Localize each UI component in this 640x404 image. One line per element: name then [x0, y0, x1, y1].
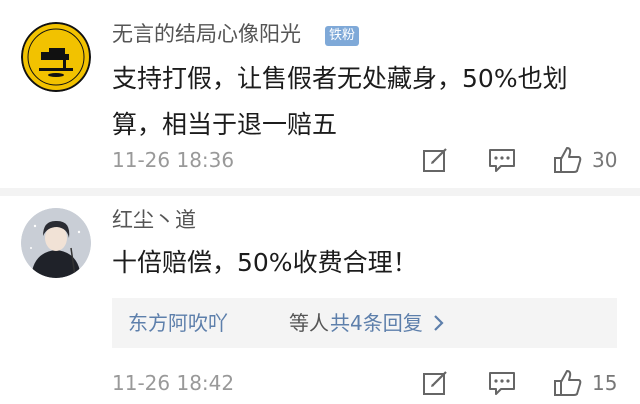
reply-users-link[interactable]: 东方阿吹吖: [128, 298, 228, 348]
comment-button[interactable]: [487, 145, 517, 175]
comment-item: 无言的结局心像阳光 铁粉 支持打假，让售假者无处藏身，50%也划算，相当于退一赔…: [0, 0, 640, 188]
thumbs-up-icon: [554, 147, 582, 173]
sewing-machine-logo-icon: [21, 22, 91, 92]
username[interactable]: 无言的结局心像阳光: [112, 20, 301, 48]
chevron-right-icon: [429, 298, 449, 348]
comment-item: 红尘丶道 十倍赔偿，50%收费合理！ 东方阿吹吖 等人 共4条回复 11-26 …: [0, 196, 640, 404]
username[interactable]: 红尘丶道: [112, 206, 196, 234]
comment-text: 支持打假，让售假者无处藏身，50%也划算，相当于退一赔五: [112, 64, 568, 139]
comment-button[interactable]: [487, 368, 517, 398]
divider: [0, 188, 640, 196]
like-count: 30: [592, 148, 618, 172]
thumbs-up-icon: [554, 370, 582, 396]
like-count: 15: [592, 371, 618, 395]
edit-icon: [423, 148, 447, 172]
like-button[interactable]: [553, 145, 583, 175]
avatar[interactable]: [21, 22, 91, 92]
repost-button[interactable]: [420, 368, 450, 398]
avatar[interactable]: [21, 208, 91, 278]
edit-icon: [423, 371, 447, 395]
person-portrait-icon: [21, 208, 91, 278]
reply-users-suffix: 等人: [289, 311, 329, 335]
reply-count-link[interactable]: 共4条回复: [330, 298, 423, 348]
comment-text: 十倍赔偿，50%收费合理！: [112, 248, 418, 277]
comment-icon: [489, 372, 515, 395]
comment-icon: [489, 149, 515, 172]
fan-badge: 铁粉: [325, 26, 360, 46]
like-button[interactable]: [553, 368, 583, 398]
timestamp: 11-26 18:42: [112, 371, 235, 395]
repost-button[interactable]: [420, 145, 450, 175]
timestamp: 11-26 18:36: [112, 148, 235, 172]
replies-preview[interactable]: 东方阿吹吖 等人 共4条回复: [112, 298, 617, 348]
